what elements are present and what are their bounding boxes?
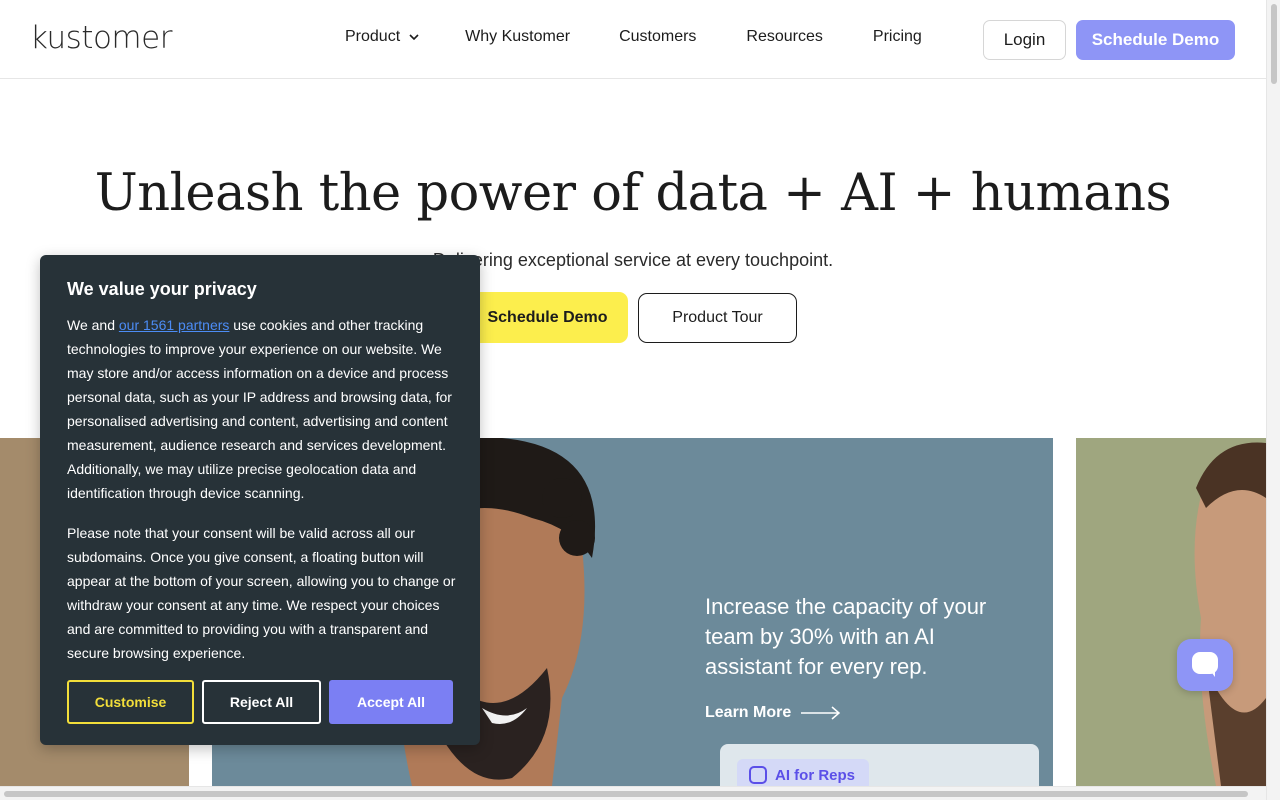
nav-product[interactable]: Product bbox=[345, 28, 420, 46]
nav-pricing[interactable]: Pricing bbox=[873, 28, 922, 46]
feature-text: Increase the capacity of your team by 30… bbox=[705, 594, 987, 679]
kustomer-logo[interactable]: kustomer bbox=[30, 20, 172, 56]
product-tour-button[interactable]: Product Tour bbox=[638, 293, 797, 343]
reject-all-button[interactable]: Reject All bbox=[202, 680, 321, 724]
carousel-panel-right bbox=[1076, 438, 1266, 786]
schedule-demo-button-hero[interactable]: Schedule Demo bbox=[467, 292, 628, 343]
ai-chip-label: AI for Reps bbox=[775, 766, 856, 784]
login-button[interactable]: Login bbox=[983, 20, 1066, 60]
cookie-text-1: We and our 1561 partners use cookies and… bbox=[67, 317, 452, 501]
vertical-scrollbar[interactable] bbox=[1266, 0, 1280, 800]
customise-button[interactable]: Customise bbox=[67, 680, 194, 724]
horizontal-scroll-thumb[interactable] bbox=[4, 791, 1248, 797]
main-nav: Product Why Kustomer Customers Resources… bbox=[345, 28, 922, 46]
nav-resources[interactable]: Resources bbox=[746, 28, 822, 46]
arrow-right-icon bbox=[801, 706, 841, 720]
cookie-consent-dialog: We value your privacy We and our 1561 pa… bbox=[40, 255, 480, 745]
schedule-demo-button-header[interactable]: Schedule Demo bbox=[1076, 20, 1235, 60]
ai-for-reps-chip: AI for Reps bbox=[737, 759, 870, 786]
nav-why-kustomer[interactable]: Why Kustomer bbox=[465, 28, 570, 46]
accept-all-button[interactable]: Accept All bbox=[329, 680, 453, 724]
learn-more-label: Learn More bbox=[705, 704, 792, 721]
cookie-text-2: Please note that your consent will be va… bbox=[67, 525, 456, 661]
vertical-scroll-thumb[interactable] bbox=[1271, 4, 1277, 84]
horizontal-scrollbar[interactable] bbox=[0, 786, 1266, 800]
cookie-title: We value your privacy bbox=[67, 279, 257, 299]
nav-customers[interactable]: Customers bbox=[619, 28, 696, 46]
nav-product-label: Product bbox=[345, 28, 401, 45]
chat-launcher-button[interactable] bbox=[1177, 639, 1233, 691]
learn-more-link[interactable]: Learn More bbox=[705, 704, 841, 722]
site-header: kustomer Product Why Kustomer Customers … bbox=[0, 0, 1266, 79]
partners-link[interactable]: our 1561 partners bbox=[119, 317, 230, 333]
hero-title: Unleash the power of data + AI + humans bbox=[94, 164, 1172, 223]
ai-robot-icon bbox=[749, 766, 767, 784]
ai-for-reps-card: AI for Reps bbox=[720, 744, 1039, 786]
person-photo-right bbox=[1194, 442, 1266, 786]
chevron-down-icon bbox=[409, 34, 419, 41]
